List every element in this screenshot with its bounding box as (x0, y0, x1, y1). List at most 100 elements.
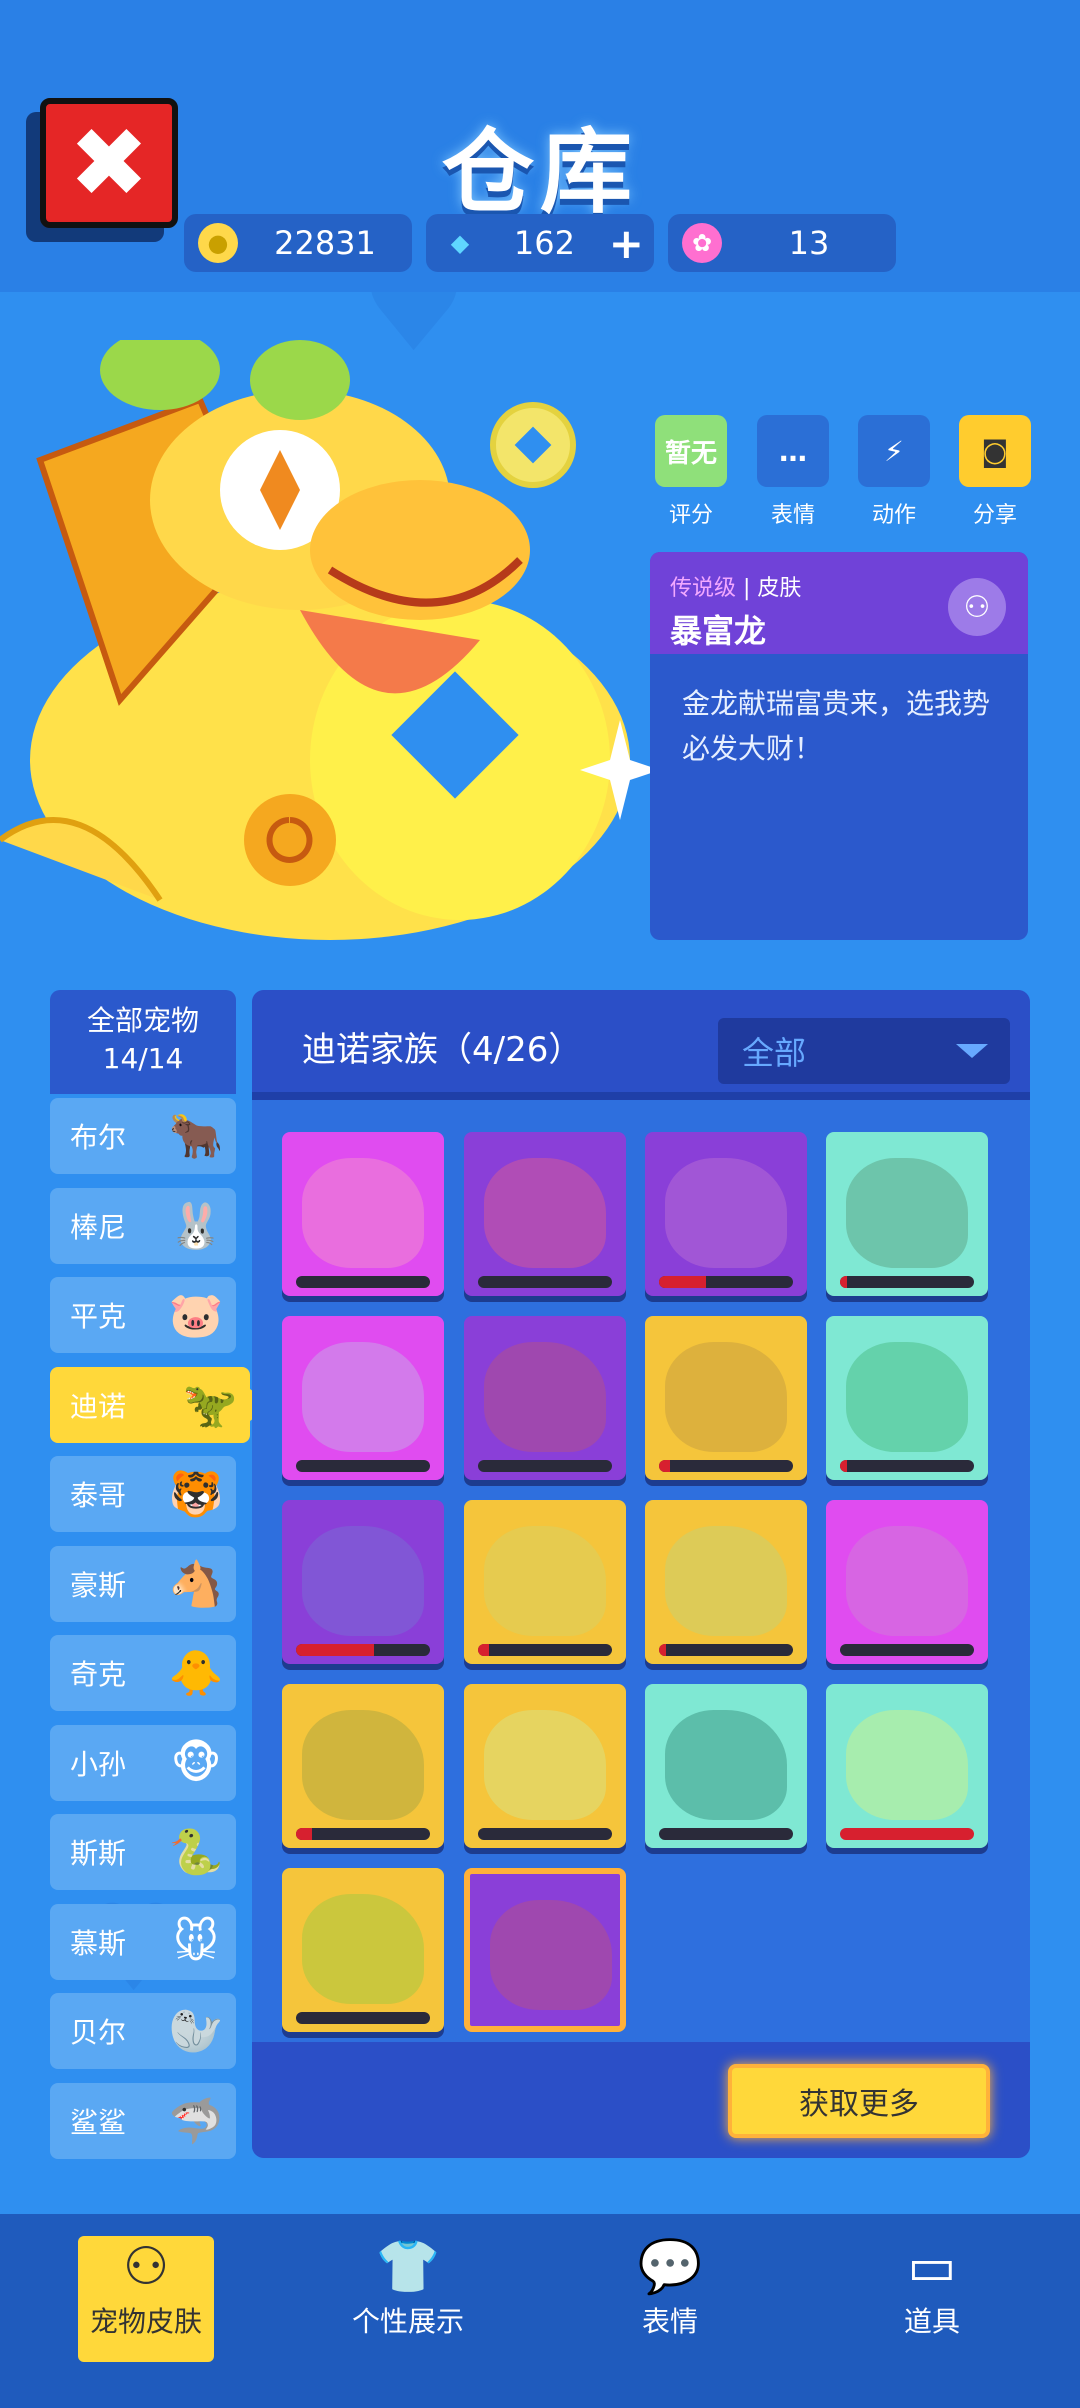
sidebar-item-pet[interactable]: 棒尼 🐰 (50, 1188, 236, 1264)
dino-skin-icon (302, 1710, 424, 1820)
progress-fill (840, 1460, 847, 1472)
get-more-button[interactable]: 获取更多 (728, 2064, 990, 2138)
coin-icon: ● (198, 223, 238, 263)
fragment-progress-bar (478, 1828, 612, 1840)
sidebar-item-label: 迪诺 (70, 1390, 127, 1423)
pet-paw-icon: ⚇ (948, 578, 1006, 636)
sidebar-item-label: 棒尼 (70, 1211, 127, 1244)
lotus-value: 13 (788, 224, 830, 262)
coin-value: 22831 (274, 224, 376, 262)
fragment-progress-bar (296, 1276, 430, 1288)
progress-fill (840, 1276, 847, 1288)
skin-tile[interactable] (464, 1868, 626, 2032)
sidebar-item-label: 布尔 (70, 1121, 127, 1154)
skin-tile[interactable] (464, 1684, 626, 1848)
sidebar-item-label: 奇克 (70, 1658, 127, 1691)
dino-skin-icon (490, 1900, 612, 2010)
tab-pet-skin[interactable]: ⚇ 宠物皮肤 (78, 2236, 214, 2362)
sidebar-item-pet[interactable]: 迪诺 🦖 (50, 1367, 250, 1443)
pet-avatar-icon: 🦭 (168, 2006, 224, 2057)
skin-tile[interactable] (464, 1500, 626, 1664)
fragment-progress-bar (840, 1276, 974, 1288)
fragment-progress-bar (296, 1460, 430, 1472)
skin-tile[interactable] (645, 1316, 807, 1480)
dino-skin-icon (302, 1342, 424, 1452)
skin-tile[interactable] (645, 1132, 807, 1296)
dino-skin-icon (484, 1158, 606, 1268)
sidebar-item-pet[interactable]: 布尔 🐂 (50, 1098, 236, 1174)
sidebar-item-pet[interactable]: 慕斯 🐭 (50, 1904, 236, 1980)
dino-skin-icon (302, 1158, 424, 1268)
tab-emote[interactable]: 💬 表情 (602, 2236, 738, 2362)
dino-skin-icon (302, 1894, 424, 2004)
sidebar-item-pet[interactable]: 奇克 🐥 (50, 1635, 236, 1711)
skin-tile[interactable] (282, 1868, 444, 2032)
diamond-value: 162 (513, 224, 575, 262)
dino-skin-icon (302, 1526, 424, 1636)
skin-tile[interactable] (282, 1316, 444, 1480)
coin-decoration (490, 402, 576, 488)
sidebar-item-label: 小孙 (70, 1748, 127, 1781)
pet-avatar-icon: 🦖 (182, 1380, 238, 1431)
dino-skin-icon (484, 1710, 606, 1820)
motion-button[interactable]: ⚡ 动作 (858, 415, 930, 529)
skin-tile[interactable] (826, 1316, 988, 1480)
tab-items[interactable]: ▭ 道具 (864, 2236, 1000, 2362)
emote-button[interactable]: … 表情 (757, 415, 829, 529)
dino-skin-icon (846, 1526, 968, 1636)
sidebar-item-pet[interactable]: 鲨鲨 🦈 (50, 2083, 236, 2159)
progress-fill (659, 1460, 670, 1472)
chevron-down-icon (956, 1044, 988, 1058)
pet-avatar-icon: 🐍 (168, 1827, 224, 1878)
sidebar-item-pet[interactable]: 平克 🐷 (50, 1277, 236, 1353)
all-pets-header[interactable]: 全部宠物 14/14 (50, 990, 236, 1094)
dino-skin-icon (846, 1342, 968, 1452)
skin-tile[interactable] (645, 1500, 807, 1664)
diamond-counter: ◆ 162 + (426, 214, 654, 272)
skin-tile[interactable] (464, 1132, 626, 1296)
fragment-progress-bar (478, 1276, 612, 1288)
skin-tile[interactable] (464, 1316, 626, 1480)
fragment-progress-bar (659, 1644, 793, 1656)
sidebar-item-pet[interactable]: 豪斯 🐴 (50, 1546, 236, 1622)
pet-avatar-icon: 🐰 (168, 1201, 224, 1252)
lotus-icon: ✿ (682, 223, 722, 263)
share-button[interactable]: ◙ 分享 (959, 415, 1031, 529)
coin-counter: ● 22831 (184, 214, 412, 272)
tab-personal-display[interactable]: 👕 个性展示 (340, 2236, 476, 2362)
pet-avatar-icon: 🐂 (168, 1111, 224, 1162)
sidebar-item-pet[interactable]: 贝尔 🦭 (50, 1993, 236, 2069)
rating-button[interactable]: 暂无 评分 (655, 415, 727, 529)
skin-tile[interactable] (826, 1500, 988, 1664)
add-diamond-button[interactable]: + (609, 219, 644, 268)
skin-info-header: 传说级 | 皮肤 暴富龙 ⚇ (650, 552, 1028, 654)
skin-tile[interactable] (282, 1684, 444, 1848)
card-icon: ▭ (907, 2237, 957, 2297)
rating-badge: 暂无 (655, 415, 727, 487)
dino-skin-icon (846, 1710, 968, 1820)
shirt-icon: 👕 (375, 2237, 441, 2297)
sidebar-item-label: 豪斯 (70, 1569, 127, 1602)
skin-tile[interactable] (826, 1132, 988, 1296)
progress-fill (659, 1644, 666, 1656)
fragment-progress-bar (840, 1460, 974, 1472)
dino-skin-icon (665, 1526, 787, 1636)
filter-dropdown[interactable]: 全部 (718, 1018, 1010, 1084)
diamond-icon: ◆ (450, 229, 470, 257)
sidebar-item-label: 贝尔 (70, 2016, 127, 2049)
skin-panel: 迪诺家族（4/26） 全部 获取更多 (252, 990, 1030, 2158)
skin-tile[interactable] (826, 1684, 988, 1848)
sidebar-item-pet[interactable]: 斯斯 🐍 (50, 1814, 236, 1890)
sidebar-item-pet[interactable]: 泰哥 🐯 (50, 1456, 236, 1532)
panel-header: 迪诺家族（4/26） 全部 (252, 990, 1030, 1100)
family-title: 迪诺家族（4/26） (302, 1030, 583, 1070)
skin-tile[interactable] (282, 1132, 444, 1296)
sidebar-item-label: 斯斯 (70, 1837, 127, 1870)
pet-avatar-icon: 🐷 (168, 1290, 224, 1341)
fragment-progress-bar (659, 1276, 793, 1288)
skin-tile[interactable] (645, 1684, 807, 1848)
sidebar-item-pet[interactable]: 小孙 🐵 (50, 1725, 236, 1801)
progress-fill (478, 1644, 489, 1656)
skin-tile[interactable] (282, 1500, 444, 1664)
pet-avatar-icon: 🐥 (168, 1648, 224, 1699)
